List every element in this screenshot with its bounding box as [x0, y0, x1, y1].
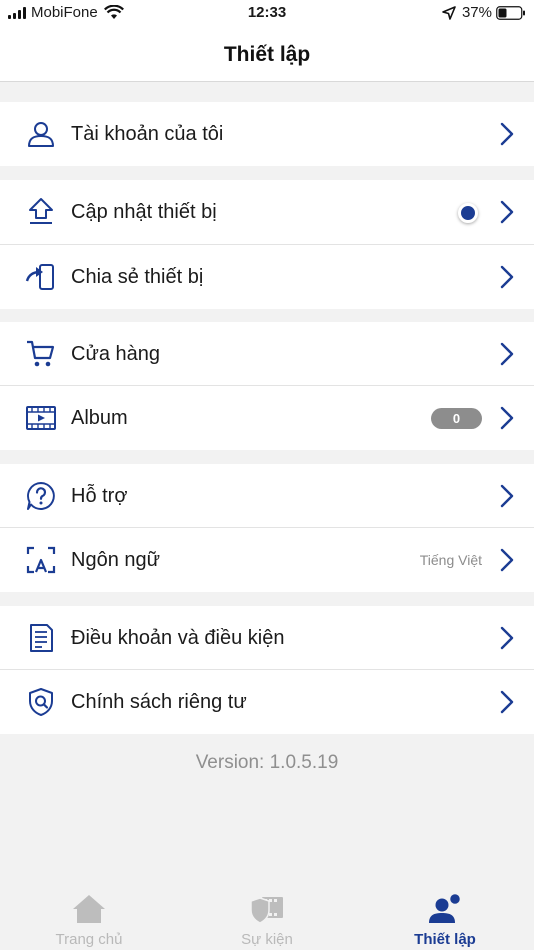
chevron-right-icon	[500, 200, 514, 224]
cart-icon	[27, 340, 55, 367]
battery-icon	[496, 5, 525, 20]
menu-item-label: Cửa hàng	[71, 342, 161, 365]
location-arrow-icon	[442, 5, 456, 20]
menu-item-label: Cập nhật thiết bị	[71, 200, 217, 223]
menu-item-label: Ngôn ngữ	[71, 548, 161, 571]
chevron-right-icon	[500, 548, 514, 572]
menu-item-label: Album	[71, 406, 128, 429]
film-icon	[26, 406, 56, 430]
page-title: Thiết lập	[223, 42, 311, 66]
menu-item-privacy[interactable]: Chính sách riêng tư	[0, 670, 534, 734]
tab-events[interactable]: Sự kiện	[178, 880, 356, 950]
menu-item-label: Chính sách riêng tư	[71, 690, 247, 713]
settings-users-icon	[429, 892, 462, 923]
document-icon	[30, 624, 53, 652]
menu-item-share-device[interactable]: Chia sẻ thiết bị	[0, 245, 534, 309]
tab-label: Sự kiện	[241, 931, 293, 948]
language-icon	[26, 546, 56, 574]
chevron-right-icon	[500, 406, 514, 430]
menu-item-album[interactable]: Album 0	[0, 386, 534, 450]
chevron-right-icon	[500, 342, 514, 366]
menu-item-support[interactable]: Hỗ trợ	[0, 464, 534, 528]
menu-item-account[interactable]: Tài khoản của tôi	[0, 102, 534, 166]
status-right: 37%	[442, 4, 526, 21]
help-icon	[27, 482, 55, 510]
home-icon	[73, 895, 105, 923]
upload-icon	[29, 198, 53, 224]
menu-item-terms[interactable]: Điều khoản và điều kiện	[0, 606, 534, 670]
tab-settings[interactable]: Thiết lập	[356, 880, 534, 950]
chevron-right-icon	[500, 626, 514, 650]
tab-label: Thiết lập	[414, 931, 476, 948]
chevron-right-icon	[500, 265, 514, 289]
menu-item-update-device[interactable]: Cập nhật thiết bị	[0, 180, 534, 244]
chevron-right-icon	[500, 122, 514, 146]
user-icon	[28, 122, 54, 147]
update-indicator-dot	[458, 203, 478, 223]
menu-item-label: Chia sẻ thiết bị	[71, 265, 204, 288]
album-count-badge: 0	[431, 408, 482, 429]
chevron-right-icon	[500, 690, 514, 714]
language-current-value: Tiếng Việt	[419, 552, 482, 568]
tab-label: Trang chủ	[55, 931, 123, 948]
menu-item-store[interactable]: Cửa hàng	[0, 322, 534, 386]
events-icon	[250, 897, 283, 924]
menu-item-label: Hỗ trợ	[71, 484, 128, 507]
status-bar: MobiFone 12:33 37%	[0, 0, 534, 28]
tab-bar: Trang chủ Sự kiện Thiết lập	[0, 880, 534, 950]
tab-home[interactable]: Trang chủ	[0, 880, 178, 950]
shield-icon	[29, 688, 53, 716]
share-device-icon	[25, 264, 54, 290]
battery-percent: 37%	[461, 4, 492, 21]
chevron-right-icon	[500, 484, 514, 508]
menu-item-label: Điều khoản và điều kiện	[71, 626, 285, 649]
navigation-bar: Thiết lập	[0, 28, 534, 82]
menu-item-label: Tài khoản của tôi	[71, 122, 224, 145]
menu-item-language[interactable]: Ngôn ngữ Tiếng Việt	[0, 528, 534, 592]
app-version: Version: 1.0.5.19	[195, 752, 339, 773]
